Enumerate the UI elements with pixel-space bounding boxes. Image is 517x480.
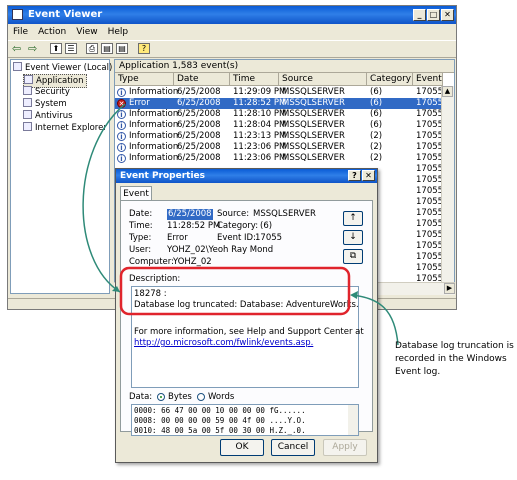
- highlight-box: [119, 266, 351, 316]
- annotation-overlay: [82, 103, 399, 346]
- connector-arrow-right: [351, 294, 399, 346]
- arrowhead-right-icon: [350, 291, 358, 299]
- callout-note: Database log truncation is recorded in t…: [395, 341, 514, 377]
- connector-arrow-left: [82, 103, 126, 293]
